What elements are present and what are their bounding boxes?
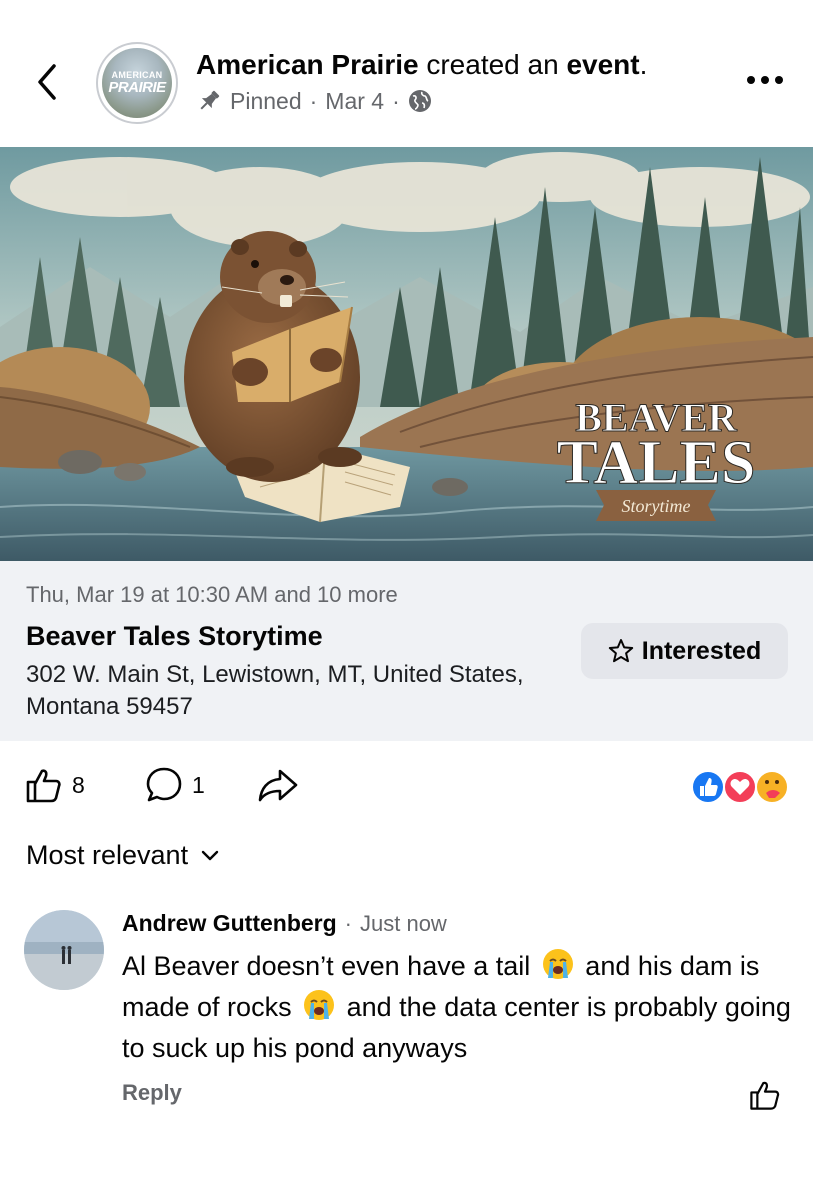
- post-action-text: created an: [418, 49, 567, 80]
- chevron-down-icon: [201, 850, 219, 860]
- post-header: AMERICAN PRAIRIE American Prairie create…: [0, 0, 813, 145]
- back-button[interactable]: [28, 60, 68, 104]
- beaver-illustration: BEAVER TALES Storytime: [0, 147, 813, 561]
- comment-time: Just now: [360, 911, 447, 936]
- post-date[interactable]: Mar 4: [325, 86, 384, 116]
- comment-author[interactable]: Andrew Guttenberg: [122, 910, 337, 937]
- post-meta: Pinned · Mar 4 ·: [196, 86, 432, 116]
- share-arrow-icon: [258, 769, 298, 802]
- meta-separator: ·: [392, 88, 400, 114]
- like-button[interactable]: 8: [24, 765, 85, 805]
- love-reaction-icon: [723, 770, 757, 804]
- meta-separator: ·: [309, 88, 318, 114]
- comment-like-button[interactable]: [748, 1078, 782, 1112]
- post-title: American Prairie created an event.: [196, 48, 647, 82]
- event-info-card[interactable]: Thu, Mar 19 at 10:30 AM and 10 more Beav…: [0, 561, 813, 741]
- share-button[interactable]: [256, 765, 300, 805]
- thumbs-up-icon: [26, 769, 61, 803]
- globe-icon: [408, 90, 431, 112]
- event-date: Thu, Mar 19 at 10:30 AM and 10 more: [26, 582, 398, 607]
- post-action-end: .: [639, 49, 648, 80]
- comment-sort-dropdown[interactable]: Most relevant: [26, 840, 220, 871]
- beach-photo: [24, 910, 104, 990]
- interested-label: Interested: [641, 636, 762, 665]
- star-outline-icon: [608, 639, 633, 663]
- post-actions-bar: 8 1: [0, 741, 813, 831]
- loudly-crying-face-icon: [542, 949, 573, 979]
- more-horizontal-icon: [747, 76, 783, 84]
- pin-icon: [200, 90, 220, 110]
- reaction-summary[interactable]: [690, 769, 790, 805]
- chevron-left-icon: [38, 64, 56, 100]
- pinned-label: Pinned: [230, 88, 302, 114]
- event-cover-image[interactable]: BEAVER TALES Storytime: [0, 147, 813, 561]
- comment-text-part1: Al Beaver doesn’t even have a tail: [122, 951, 531, 981]
- comment-count: 1: [192, 771, 205, 798]
- page-avatar[interactable]: AMERICAN PRAIRIE: [96, 42, 178, 124]
- page-name-link[interactable]: American Prairie: [196, 49, 419, 80]
- like-reaction-icon: [691, 770, 725, 804]
- like-count: 8: [72, 771, 85, 798]
- commenter-avatar[interactable]: [24, 910, 104, 990]
- care-reaction-icon: [755, 770, 789, 804]
- thumbs-up-icon: [750, 1081, 780, 1110]
- more-options-button[interactable]: [743, 70, 787, 90]
- logo-text-main: PRAIRIE: [108, 79, 166, 96]
- comment-bubble-icon: [146, 767, 182, 802]
- interested-button[interactable]: Interested: [581, 623, 788, 679]
- comment-text: Al Beaver doesn’t even have a tail and h…: [122, 946, 802, 1069]
- banner-ribbon-text: Storytime: [622, 496, 691, 516]
- reply-button[interactable]: Reply: [122, 1080, 182, 1106]
- banner-title-line2: TALES: [557, 429, 756, 497]
- event-link[interactable]: event: [566, 49, 639, 80]
- banner-ribbon: Storytime: [596, 490, 716, 521]
- loudly-crying-face-icon: [304, 990, 335, 1020]
- american-prairie-logo: AMERICAN PRAIRIE: [102, 48, 172, 118]
- comment-button[interactable]: 1: [144, 765, 205, 805]
- comment-separator: ·: [344, 911, 352, 936]
- comment-header: Andrew Guttenberg · Just now: [122, 910, 447, 937]
- event-address: 302 W. Main St, Lewistown, MT, United St…: [26, 661, 524, 720]
- event-title[interactable]: Beaver Tales Storytime: [26, 619, 323, 653]
- sort-label: Most relevant: [26, 840, 189, 870]
